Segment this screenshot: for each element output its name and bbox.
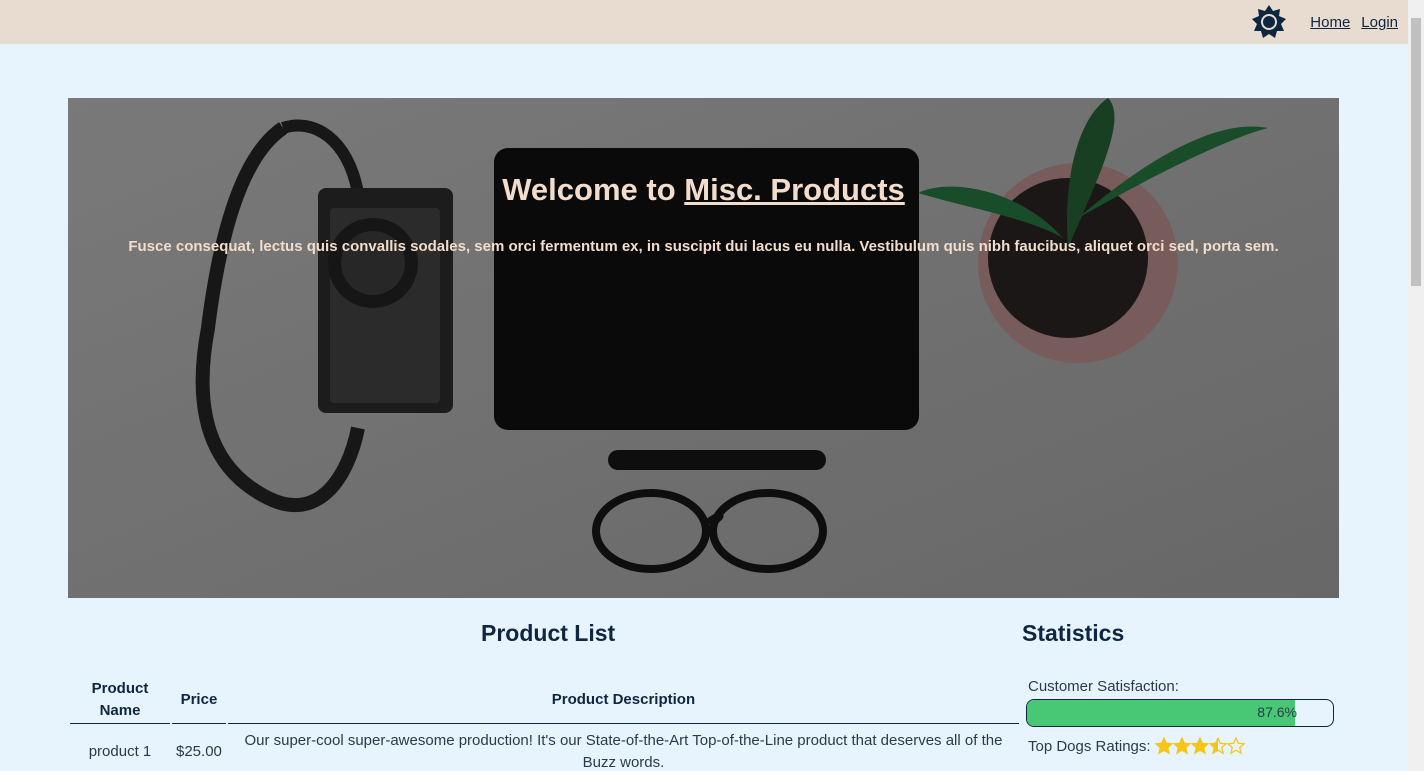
column-header-price: Price: [172, 678, 226, 724]
hero-subtitle: Fusce consequat, lectus quis convallis s…: [128, 238, 1279, 255]
satisfaction-progress-fill: [1027, 700, 1296, 726]
hero-title-prefix: Welcome to: [502, 172, 685, 207]
hero-banner: Welcome to Misc. Products Fusce consequa…: [68, 98, 1339, 598]
star-full-icon: [1154, 737, 1173, 755]
product-description-cell: Our super-cool super-awesome production!…: [244, 732, 1003, 771]
nav-login-link[interactable]: Login: [1361, 14, 1398, 31]
rating-stars: [1154, 737, 1245, 755]
product-list-title: Product List: [481, 620, 616, 646]
top-navbar: Home Login: [0, 0, 1408, 44]
statistics-title: Statistics: [1022, 620, 1125, 646]
product-table: Product Name Price Product Description p…: [68, 676, 1021, 771]
column-header-name: Product Name: [70, 678, 170, 724]
product-name-cell: product 1: [88, 743, 152, 760]
hero-title-link[interactable]: Misc. Products: [684, 172, 905, 207]
scrollbar-thumb[interactable]: [1411, 18, 1421, 286]
table-row: product 1 $25.00 Our super-cool super-aw…: [70, 726, 1019, 771]
ratings-row: Top Dogs Ratings:: [1028, 737, 1336, 755]
satisfaction-label: Customer Satisfaction:: [1028, 678, 1179, 695]
column-header-description: Product Description: [227, 678, 1019, 724]
star-full-icon: [1190, 737, 1209, 755]
product-price-cell: $25.00: [176, 743, 222, 760]
star-half-icon: [1208, 737, 1227, 755]
satisfaction-progress-bar: 87.6%: [1026, 699, 1334, 727]
satisfaction-value: 87.6%: [1257, 704, 1297, 720]
nav-home-link[interactable]: Home: [1310, 14, 1350, 31]
statistics-panel: Customer Satisfaction: 87.6% Top Dogs Ra…: [1026, 678, 1336, 755]
theme-toggle-icon[interactable]: [1252, 5, 1287, 39]
star-empty-icon: [1226, 737, 1245, 755]
ratings-label: Top Dogs Ratings:: [1028, 737, 1151, 755]
table-header-row: Product Name Price Product Description: [70, 678, 1019, 724]
hero-title: Welcome to Misc. Products: [68, 172, 1339, 208]
star-full-icon: [1172, 737, 1191, 755]
